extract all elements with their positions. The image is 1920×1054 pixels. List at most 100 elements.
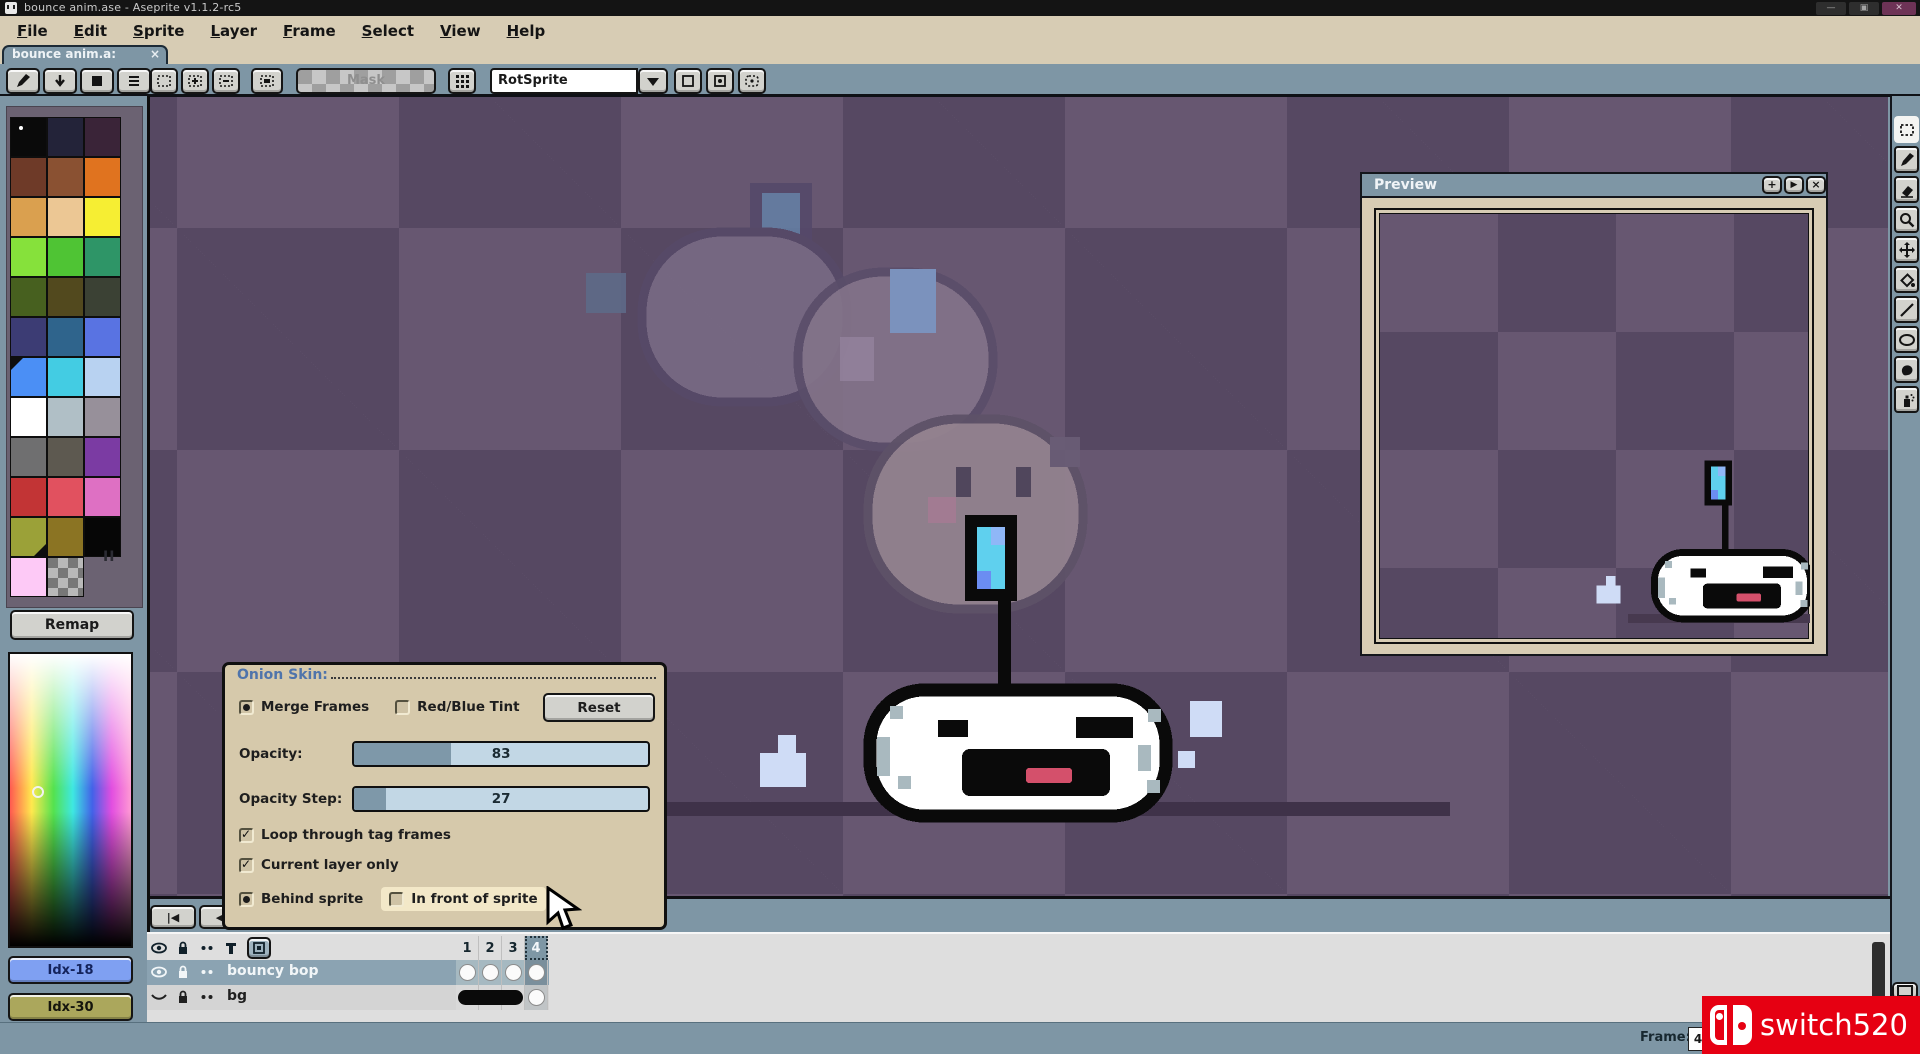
tool-spray[interactable] bbox=[1894, 386, 1919, 413]
palette-swatch[interactable] bbox=[47, 277, 84, 317]
tool-line[interactable] bbox=[1894, 296, 1919, 323]
in-front-of-sprite-radio[interactable] bbox=[389, 892, 404, 907]
first-frame-button[interactable]: |◀ bbox=[150, 905, 196, 929]
tool-move[interactable] bbox=[1894, 236, 1919, 263]
in-front-of-sprite-label[interactable]: In front of sprite bbox=[411, 891, 537, 907]
foreground-index-button[interactable]: Idx-18 bbox=[8, 956, 133, 984]
tool-contour[interactable] bbox=[1894, 356, 1919, 383]
remap-button[interactable]: Remap bbox=[10, 610, 134, 640]
menu-view[interactable]: View bbox=[427, 20, 494, 42]
transparent-color-button[interactable] bbox=[251, 68, 283, 94]
cel-bouncy-bop-2[interactable] bbox=[479, 960, 502, 985]
cel-bouncy-bop-3[interactable] bbox=[502, 960, 525, 985]
palette-swatch[interactable] bbox=[47, 317, 84, 357]
timeline-header-anchor-t[interactable] bbox=[219, 936, 243, 960]
toolbar-arrow-down-button[interactable] bbox=[43, 68, 77, 94]
layer-lock-icon[interactable] bbox=[171, 985, 195, 1009]
opacity-slider[interactable]: 83 bbox=[352, 741, 650, 767]
palette-swatch[interactable] bbox=[84, 237, 121, 277]
layer-visibility-icon[interactable] bbox=[147, 985, 171, 1009]
frame-header-4[interactable]: 4 bbox=[525, 936, 548, 960]
onion-skin-dialog[interactable]: Onion Skin: Merge Frames Red/Blue Tint R… bbox=[222, 662, 667, 930]
palette-swatch[interactable] bbox=[47, 517, 84, 557]
palette-swatch[interactable] bbox=[10, 397, 47, 437]
tool-rectangular-marquee[interactable] bbox=[1894, 116, 1919, 143]
palette-swatch[interactable] bbox=[10, 157, 47, 197]
frame-header-3[interactable]: 3 bbox=[502, 936, 525, 960]
palette-swatch[interactable] bbox=[47, 477, 84, 517]
palette-swatch[interactable] bbox=[84, 397, 121, 437]
in-front-of-sprite-option[interactable]: In front of sprite bbox=[381, 887, 545, 911]
toolbar-menu-lines-button[interactable] bbox=[117, 68, 151, 94]
palette-swatch[interactable] bbox=[47, 397, 84, 437]
play-icon[interactable]: ▶ bbox=[1784, 176, 1804, 194]
menu-file[interactable]: File bbox=[4, 20, 61, 42]
close-icon[interactable]: × bbox=[1806, 176, 1826, 194]
layer-link-icon[interactable] bbox=[195, 985, 219, 1009]
palette-swatch[interactable] bbox=[10, 117, 47, 157]
linked-cel-pill[interactable] bbox=[458, 990, 523, 1005]
rotation-dropdown-arrow[interactable] bbox=[638, 68, 668, 94]
palette-swatch[interactable] bbox=[10, 357, 47, 397]
cel-bouncy-bop-1[interactable] bbox=[456, 960, 479, 985]
frame-header-2[interactable]: 2 bbox=[479, 936, 502, 960]
palette-swatch[interactable] bbox=[10, 477, 47, 517]
current-layer-only-label[interactable]: Current layer only bbox=[261, 857, 399, 873]
behind-sprite-label[interactable]: Behind sprite bbox=[261, 891, 363, 907]
cel-options-button[interactable] bbox=[247, 937, 271, 959]
toolbar-filled-square-button[interactable] bbox=[80, 68, 114, 94]
minimize-button[interactable]: — bbox=[1816, 2, 1846, 15]
red-blue-tint-label[interactable]: Red/Blue Tint bbox=[417, 699, 519, 715]
palette-swatch[interactable] bbox=[10, 237, 47, 277]
palette-swatch[interactable] bbox=[84, 357, 121, 397]
current-layer-only-checkbox[interactable] bbox=[239, 858, 254, 873]
layer-row-bouncy-bop[interactable]: bouncy bop bbox=[147, 960, 549, 985]
tool-ellipse[interactable] bbox=[1894, 326, 1919, 353]
pivot-center-button[interactable] bbox=[706, 68, 734, 94]
preview-window[interactable]: Preview + ▶ × bbox=[1360, 172, 1828, 656]
rotation-algorithm-select[interactable]: RotSprite bbox=[490, 68, 638, 94]
palette-swatch[interactable] bbox=[47, 437, 84, 477]
layer-visibility-icon[interactable] bbox=[147, 960, 171, 984]
loop-tag-frames-label[interactable]: Loop through tag frames bbox=[261, 827, 451, 843]
tool-zoom[interactable] bbox=[1894, 206, 1919, 233]
menu-layer[interactable]: Layer bbox=[197, 20, 270, 42]
palette-swatch[interactable] bbox=[47, 197, 84, 237]
tool-eraser[interactable] bbox=[1894, 176, 1919, 203]
palette-swatch[interactable] bbox=[47, 157, 84, 197]
palette-swatch[interactable] bbox=[47, 357, 84, 397]
layer-lock-icon[interactable] bbox=[171, 960, 195, 984]
palette-swatch[interactable] bbox=[84, 317, 121, 357]
palette-swatch[interactable] bbox=[10, 277, 47, 317]
pivot-box-button[interactable] bbox=[674, 68, 702, 94]
menu-edit[interactable]: Edit bbox=[61, 20, 120, 42]
layer-name[interactable]: bouncy bop bbox=[227, 963, 319, 979]
behind-sprite-radio[interactable] bbox=[239, 892, 254, 907]
pivot-edges-button[interactable] bbox=[738, 68, 766, 94]
maximize-button[interactable]: ▣ bbox=[1849, 2, 1879, 15]
menu-select[interactable]: Select bbox=[349, 20, 427, 42]
center-icon[interactable]: + bbox=[1762, 176, 1782, 194]
palette-swatch[interactable] bbox=[47, 117, 84, 157]
palette-swatch[interactable] bbox=[84, 117, 121, 157]
palette-swatch[interactable] bbox=[84, 477, 121, 517]
tool-paint-bucket[interactable] bbox=[1894, 266, 1919, 293]
frame-header-1[interactable]: 1 bbox=[456, 936, 479, 960]
menu-frame[interactable]: Frame bbox=[270, 20, 349, 42]
opacity-step-slider[interactable]: 27 bbox=[352, 786, 650, 812]
select-replace-button[interactable] bbox=[150, 68, 178, 94]
palette-swatch[interactable] bbox=[10, 317, 47, 357]
palette-swatch[interactable] bbox=[10, 197, 47, 237]
mask-button[interactable]: Mask bbox=[296, 68, 436, 94]
grid-button[interactable] bbox=[448, 68, 476, 94]
red-blue-tint-radio[interactable] bbox=[395, 700, 410, 715]
document-tab[interactable]: bounce anim.a: × bbox=[2, 45, 168, 64]
cel-bouncy-bop-4[interactable] bbox=[525, 960, 548, 985]
layer-name[interactable]: bg bbox=[227, 988, 247, 1004]
palette-swatch[interactable] bbox=[47, 237, 84, 277]
menu-sprite[interactable]: Sprite bbox=[120, 20, 197, 42]
select-add-button[interactable] bbox=[181, 68, 209, 94]
merge-frames-radio[interactable] bbox=[239, 700, 254, 715]
layer-row-bg[interactable]: bg bbox=[147, 985, 549, 1010]
select-subtract-button[interactable] bbox=[212, 68, 240, 94]
